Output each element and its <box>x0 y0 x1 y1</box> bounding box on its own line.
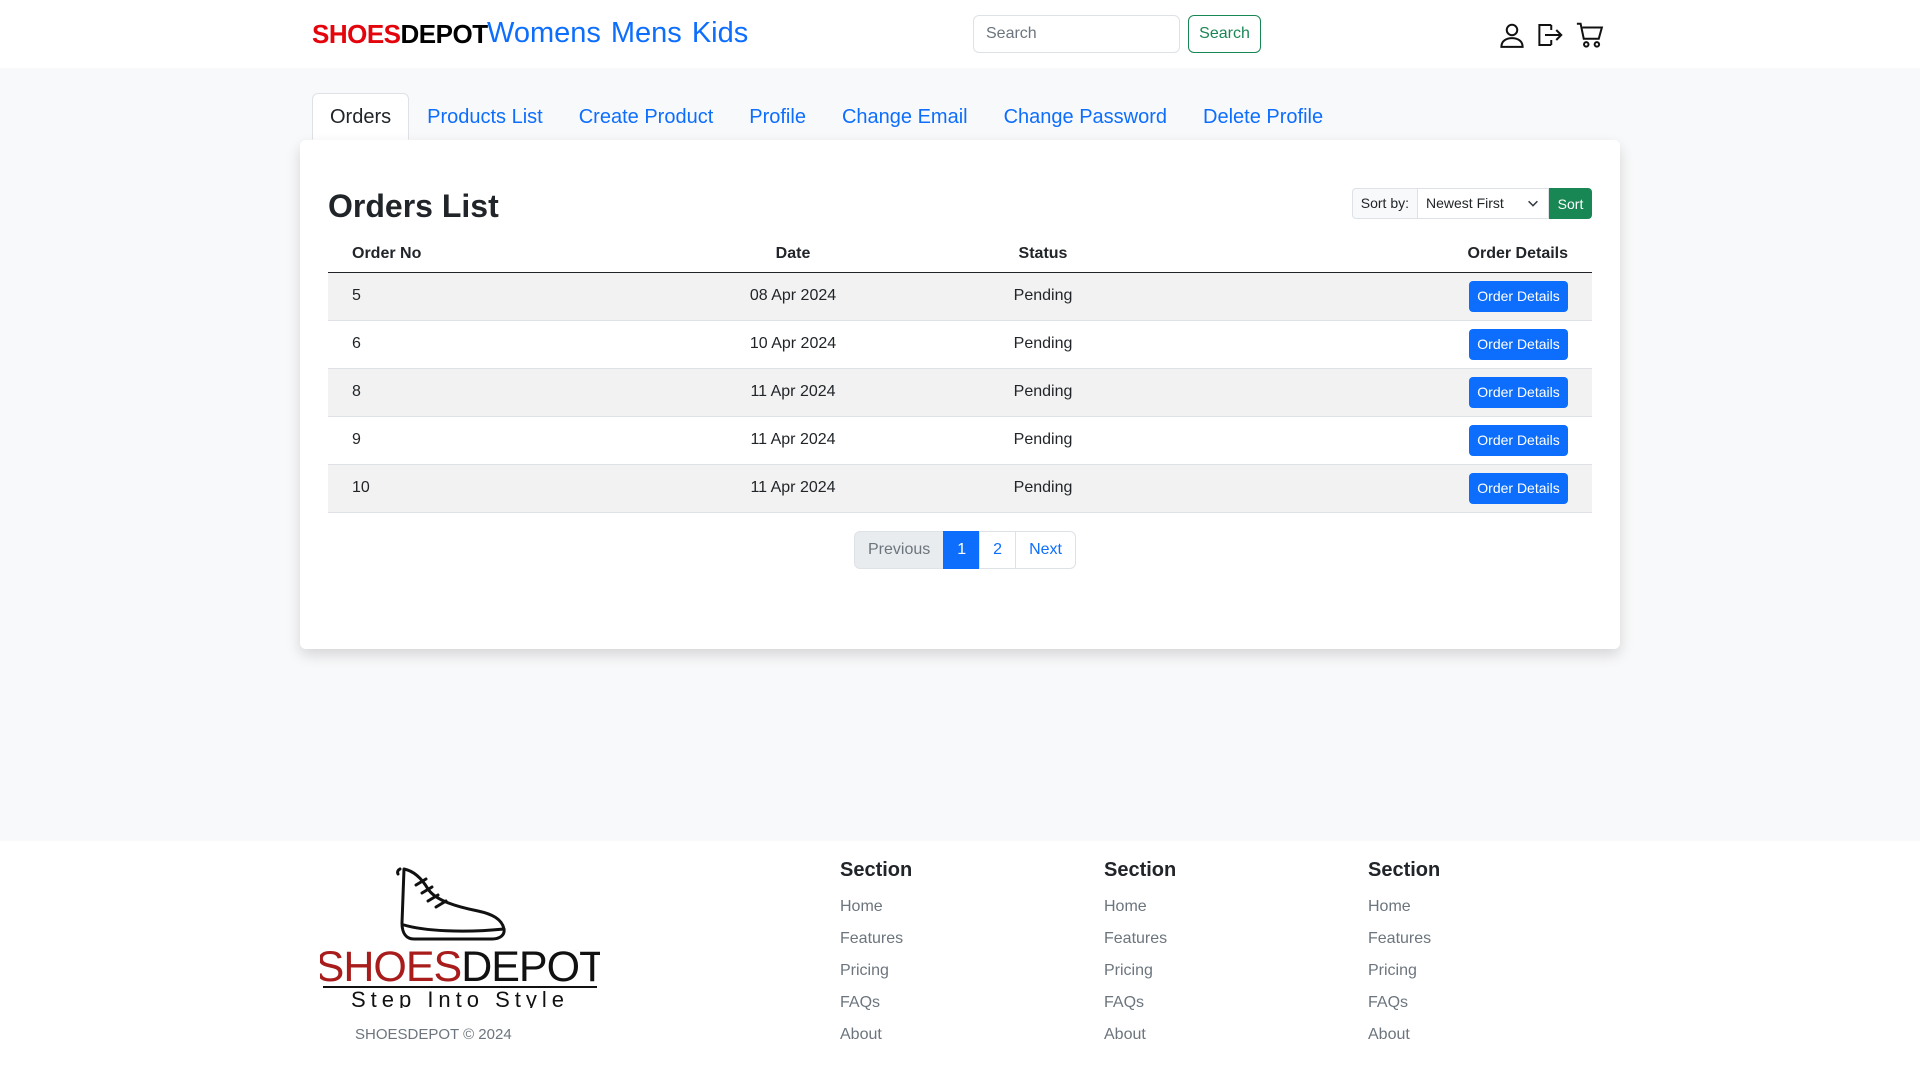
logo-tagline: Step Into Style <box>351 987 569 1008</box>
footer-column-1: Section Home Features Pricing FAQs About <box>840 859 912 1052</box>
tab-delete-profile[interactable]: Delete Profile <box>1185 93 1341 140</box>
table-row: 5 08 Apr 2024 Pending Order Details <box>328 272 1592 321</box>
tab-products-list[interactable]: Products List <box>409 93 561 140</box>
status-cell: Pending <box>928 272 1158 321</box>
order-details-button[interactable]: Order Details <box>1469 424 1568 456</box>
col-header-order-details: Order Details <box>1158 236 1592 273</box>
pagination: Previous 1 2 Next <box>854 531 1076 569</box>
order-no-cell: 5 <box>328 272 658 321</box>
footer-link-features[interactable]: Features <box>1368 924 1440 956</box>
footer-link-pricing[interactable]: Pricing <box>1104 956 1176 988</box>
footer-link-about[interactable]: About <box>840 1020 912 1052</box>
date-cell: 08 Apr 2024 <box>658 272 928 321</box>
order-no-cell: 9 <box>328 416 658 465</box>
order-details-button[interactable]: Order Details <box>1469 328 1568 360</box>
tab-create-product[interactable]: Create Product <box>561 93 732 140</box>
footer-logo[interactable]: SHOESDEPOT Step Into Style <box>320 863 600 1008</box>
footer-heading: Section <box>1104 859 1177 881</box>
footer-link-features[interactable]: Features <box>840 924 912 956</box>
sort-controls: Sort by: Newest First Sort <box>1351 188 1592 219</box>
nav-womens[interactable]: Womens <box>487 17 601 50</box>
nav-kids[interactable]: Kids <box>692 17 748 50</box>
pagination-next[interactable]: Next <box>1015 531 1076 569</box>
site-header: SHOESDEPOT Womens Mens Kids Search <box>0 0 1920 68</box>
brand-depot: DEPOT <box>400 19 489 49</box>
date-cell: 10 Apr 2024 <box>658 320 928 369</box>
tab-orders[interactable]: Orders <box>312 93 410 140</box>
footer-column-3: Section Home Features Pricing FAQs About <box>1368 859 1440 1052</box>
footer-link-faqs[interactable]: FAQs <box>1104 988 1176 1020</box>
footer-link-faqs[interactable]: FAQs <box>1368 988 1440 1020</box>
col-header-date: Date <box>658 236 928 273</box>
footer-link-features[interactable]: Features <box>1104 924 1176 956</box>
details-cell: Order Details <box>1158 272 1592 321</box>
orders-card: Orders List Sort by: Newest First Sort O… <box>300 140 1620 649</box>
pagination-previous[interactable]: Previous <box>854 531 945 569</box>
col-header-order-no: Order No <box>328 236 658 273</box>
details-cell: Order Details <box>1158 416 1592 465</box>
order-details-button[interactable]: Order Details <box>1469 472 1568 504</box>
order-no-cell: 8 <box>328 368 658 417</box>
logout-icon[interactable] <box>1535 20 1565 50</box>
pagination-page-1[interactable]: 1 <box>943 531 981 569</box>
footer-link-home[interactable]: Home <box>1104 892 1176 924</box>
footer-link-about[interactable]: About <box>1368 1020 1440 1052</box>
sort-select[interactable]: Newest First <box>1417 188 1549 219</box>
table-row: 9 11 Apr 2024 Pending Order Details <box>328 416 1592 465</box>
order-details-button[interactable]: Order Details <box>1469 280 1568 312</box>
user-icon[interactable] <box>1497 20 1527 50</box>
search-button[interactable]: Search <box>1188 15 1261 53</box>
footer-link-faqs[interactable]: FAQs <box>840 988 912 1020</box>
footer-link-home[interactable]: Home <box>1368 892 1440 924</box>
order-details-button[interactable]: Order Details <box>1469 376 1568 408</box>
footer-link-about[interactable]: About <box>1104 1020 1176 1052</box>
logo-wordmark: SHOESDEPOT <box>320 943 600 991</box>
status-cell: Pending <box>928 320 1158 369</box>
status-cell: Pending <box>928 368 1158 417</box>
sneaker-icon <box>396 867 506 941</box>
cart-icon[interactable] <box>1575 20 1605 50</box>
date-cell: 11 Apr 2024 <box>658 416 928 465</box>
main-nav: Womens Mens Kids <box>487 17 748 50</box>
site-footer: SHOESDEPOT Step Into Style SHOESDEPOT © … <box>0 841 1920 1079</box>
footer-link-pricing[interactable]: Pricing <box>840 956 912 988</box>
nav-mens[interactable]: Mens <box>611 17 682 50</box>
footer-heading: Section <box>840 859 913 881</box>
details-cell: Order Details <box>1158 320 1592 369</box>
table-row: 10 11 Apr 2024 Pending Order Details <box>328 464 1592 513</box>
status-cell: Pending <box>928 464 1158 513</box>
tab-change-password[interactable]: Change Password <box>986 93 1185 140</box>
sort-button[interactable]: Sort <box>1549 188 1592 219</box>
date-cell: 11 Apr 2024 <box>658 368 928 417</box>
footer-link-pricing[interactable]: Pricing <box>1368 956 1440 988</box>
tab-profile[interactable]: Profile <box>731 93 824 140</box>
order-no-cell: 6 <box>328 320 658 369</box>
details-cell: Order Details <box>1158 464 1592 513</box>
search-input[interactable] <box>973 15 1180 53</box>
pagination-page-2[interactable]: 2 <box>979 531 1017 569</box>
status-cell: Pending <box>928 416 1158 465</box>
details-cell: Order Details <box>1158 368 1592 417</box>
copyright-text: SHOESDEPOT © 2024 <box>355 1026 512 1043</box>
brand-shoes: SHOES <box>312 19 401 49</box>
footer-column-2: Section Home Features Pricing FAQs About <box>1104 859 1176 1052</box>
footer-link-home[interactable]: Home <box>840 892 912 924</box>
sort-selected-value: Newest First <box>1426 195 1504 211</box>
page-title: Orders List <box>328 188 499 224</box>
table-row: 8 11 Apr 2024 Pending Order Details <box>328 368 1592 417</box>
brand-logo[interactable]: SHOESDEPOT <box>312 19 488 50</box>
table-header-row: Order No Date Status Order Details <box>328 236 1592 273</box>
account-tabs: Orders Products List Create Product Prof… <box>312 93 1341 140</box>
col-header-status: Status <box>928 236 1158 273</box>
date-cell: 11 Apr 2024 <box>658 464 928 513</box>
footer-heading: Section <box>1368 859 1441 881</box>
orders-table: Order No Date Status Order Details 5 08 … <box>328 236 1592 513</box>
chevron-down-icon <box>1528 200 1538 207</box>
sort-label: Sort by: <box>1351 188 1417 219</box>
tab-change-email[interactable]: Change Email <box>824 93 986 140</box>
table-row: 6 10 Apr 2024 Pending Order Details <box>328 320 1592 369</box>
order-no-cell: 10 <box>328 464 658 513</box>
